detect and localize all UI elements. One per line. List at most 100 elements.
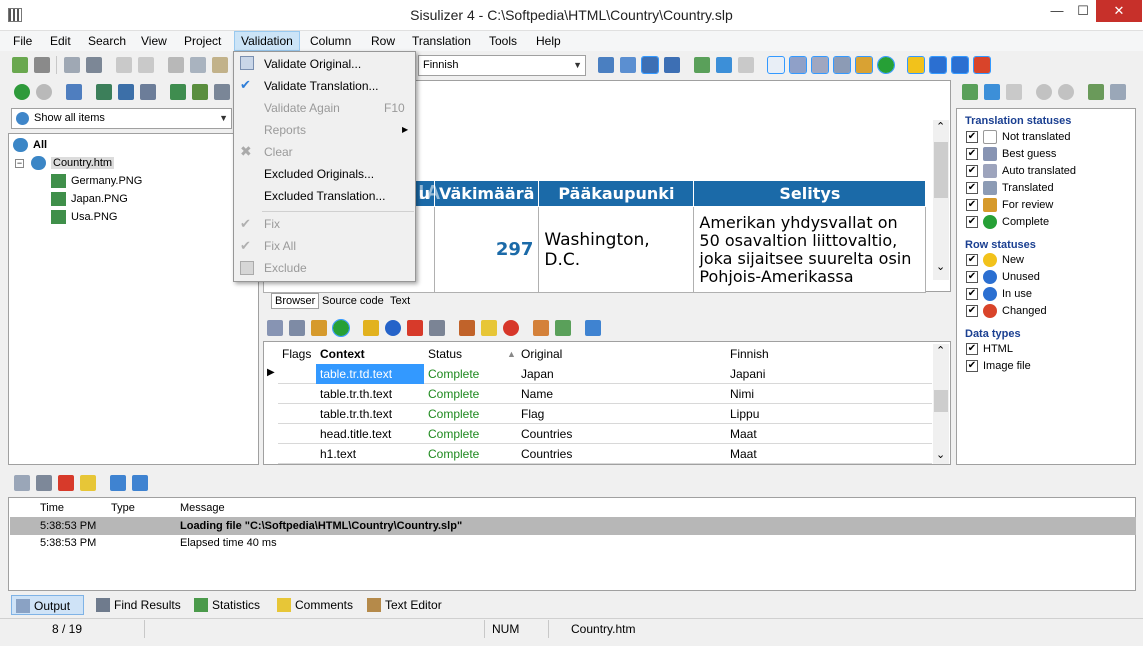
checkbox[interactable]: ✔ bbox=[966, 199, 978, 211]
menu-search[interactable]: Search bbox=[82, 31, 132, 51]
cut-icon[interactable] bbox=[168, 57, 184, 73]
info-icon[interactable] bbox=[385, 320, 401, 336]
cell-context[interactable]: table.tr.th.text bbox=[320, 404, 392, 424]
cell-original[interactable]: Countries bbox=[521, 424, 572, 444]
table-row[interactable]: table.tr.th.text Complete Name Nimi bbox=[278, 384, 932, 404]
tab-text-editor[interactable]: Text Editor bbox=[363, 595, 442, 615]
delete-icon[interactable] bbox=[407, 320, 423, 336]
menu-fix-all[interactable]: Fix All bbox=[264, 235, 296, 257]
tab-comments[interactable]: Comments bbox=[273, 595, 353, 615]
menu-help[interactable]: Help bbox=[530, 31, 567, 51]
forward-icon[interactable] bbox=[36, 84, 52, 100]
menu-excluded-translation[interactable]: Excluded Translation... bbox=[264, 185, 385, 207]
menu-view[interactable]: View bbox=[135, 31, 173, 51]
menu-translation[interactable]: Translation bbox=[406, 31, 477, 51]
filter-icon[interactable] bbox=[694, 57, 710, 73]
tab-source-code[interactable]: Source code bbox=[322, 294, 384, 308]
table-icon[interactable] bbox=[533, 320, 549, 336]
window-icon[interactable] bbox=[585, 320, 601, 336]
best-guess-icon[interactable] bbox=[267, 320, 283, 336]
column-header-flags[interactable]: Flags bbox=[282, 345, 311, 363]
checkbox[interactable]: ✔ bbox=[966, 182, 978, 194]
remove-source-icon[interactable] bbox=[214, 84, 230, 100]
table-row[interactable]: table.tr.td.text Complete Japan Japani bbox=[278, 364, 932, 384]
scroll-thumb[interactable] bbox=[934, 142, 948, 198]
edit-source-icon[interactable] bbox=[192, 84, 208, 100]
tree-item-japan[interactable]: Japan.PNG bbox=[51, 191, 128, 207]
tab-output[interactable]: Output bbox=[11, 595, 84, 615]
complete-icon[interactable] bbox=[332, 319, 350, 337]
filter-image-file[interactable]: ✔ Image file bbox=[966, 358, 1031, 374]
filter-unused[interactable]: ✔ Unused bbox=[966, 269, 1040, 285]
filter-html[interactable]: ✔ HTML bbox=[966, 341, 1013, 357]
tree-item-germany[interactable]: Germany.PNG bbox=[51, 173, 142, 189]
cell-original[interactable]: Flag bbox=[521, 404, 544, 424]
table-row[interactable]: head.title.text Complete Countries Maat bbox=[278, 424, 932, 444]
window-icon[interactable] bbox=[132, 475, 148, 491]
layout-split-icon[interactable] bbox=[641, 56, 659, 74]
tab-browser[interactable]: Browser bbox=[271, 293, 320, 309]
panel-options-icon[interactable] bbox=[1110, 84, 1126, 100]
menu-validate-translation[interactable]: Validate Translation... bbox=[264, 75, 379, 97]
cell-context[interactable]: table.tr.td.text bbox=[316, 364, 424, 384]
checkbox[interactable]: ✔ bbox=[966, 288, 978, 300]
redo-icon[interactable] bbox=[138, 57, 154, 73]
filter-for-review[interactable]: ✔ For review bbox=[966, 197, 1053, 213]
close-button[interactable]: ✕ bbox=[1096, 0, 1142, 22]
layout-grid-icon[interactable] bbox=[620, 57, 636, 73]
funnel-icon[interactable] bbox=[1006, 84, 1022, 100]
menu-validation[interactable]: Validation bbox=[234, 31, 300, 51]
tree-item-all[interactable]: All bbox=[13, 137, 47, 153]
scroll-down-icon[interactable]: ⌄ bbox=[936, 260, 945, 273]
column-header-type[interactable]: Type bbox=[111, 499, 135, 517]
scroll-thumb[interactable] bbox=[934, 390, 948, 412]
open-icon[interactable] bbox=[12, 57, 28, 73]
language-select[interactable]: Finnish ▼ bbox=[418, 55, 586, 76]
tree-collapse-toggle[interactable]: − bbox=[15, 159, 24, 168]
clipboard-icon[interactable] bbox=[429, 320, 445, 336]
tree-item-country-htm[interactable]: Country.htm bbox=[31, 155, 115, 171]
menu-project[interactable]: Project bbox=[178, 31, 227, 51]
menu-validate-original[interactable]: Validate Original... bbox=[264, 53, 361, 75]
checkbox[interactable]: ✔ bbox=[966, 343, 978, 355]
filter-icon[interactable] bbox=[962, 84, 978, 100]
changed-row-icon[interactable] bbox=[973, 56, 991, 74]
cell-finnish[interactable]: Maat bbox=[730, 444, 757, 464]
cell-original[interactable]: Japan bbox=[521, 364, 554, 384]
database-icon[interactable] bbox=[66, 84, 82, 100]
menu-file[interactable]: File bbox=[7, 31, 38, 51]
best-guess-icon[interactable] bbox=[789, 56, 807, 74]
filter-auto-translated[interactable]: ✔ Auto translated bbox=[966, 163, 1076, 179]
maximize-button[interactable]: ☐ bbox=[1069, 0, 1097, 22]
tree-item-usa[interactable]: Usa.PNG bbox=[51, 209, 117, 225]
add-source-icon[interactable] bbox=[170, 84, 186, 100]
cell-context[interactable]: table.tr.th.text bbox=[320, 384, 392, 404]
scroll-down-icon[interactable]: ⌄ bbox=[936, 448, 945, 461]
tab-find-results[interactable]: Find Results bbox=[92, 595, 181, 615]
filter-select[interactable]: Show all items ▼ bbox=[11, 108, 232, 129]
cell-context[interactable]: h1.text bbox=[320, 444, 356, 464]
scroll-up-icon[interactable]: ⌃ bbox=[936, 120, 945, 133]
unused-row-icon[interactable] bbox=[929, 56, 947, 74]
print-icon[interactable] bbox=[86, 57, 102, 73]
menu-reports[interactable]: Reports bbox=[264, 119, 306, 141]
import-icon[interactable] bbox=[96, 84, 112, 100]
save-icon[interactable] bbox=[34, 57, 50, 73]
complete-icon[interactable] bbox=[877, 56, 895, 74]
filter-complete[interactable]: ✔ Complete bbox=[966, 214, 1049, 230]
column-header-original[interactable]: Original bbox=[521, 345, 562, 363]
cell-finnish[interactable]: Nimi bbox=[730, 384, 754, 404]
print-preview-icon[interactable] bbox=[64, 57, 80, 73]
checkbox[interactable]: ✔ bbox=[966, 216, 978, 228]
note-icon[interactable] bbox=[80, 475, 96, 491]
undo-icon[interactable] bbox=[116, 57, 132, 73]
build-icon[interactable] bbox=[140, 84, 156, 100]
gear-icon[interactable] bbox=[289, 320, 305, 336]
lock-icon[interactable] bbox=[363, 320, 379, 336]
cell-finnish[interactable]: Japani bbox=[730, 364, 765, 384]
cell-context[interactable]: head.title.text bbox=[320, 424, 391, 444]
refresh-icon[interactable] bbox=[716, 57, 732, 73]
cell-finnish[interactable]: Maat bbox=[730, 424, 757, 444]
checkbox[interactable]: ✔ bbox=[966, 305, 978, 317]
auto-translated-icon[interactable] bbox=[811, 56, 829, 74]
